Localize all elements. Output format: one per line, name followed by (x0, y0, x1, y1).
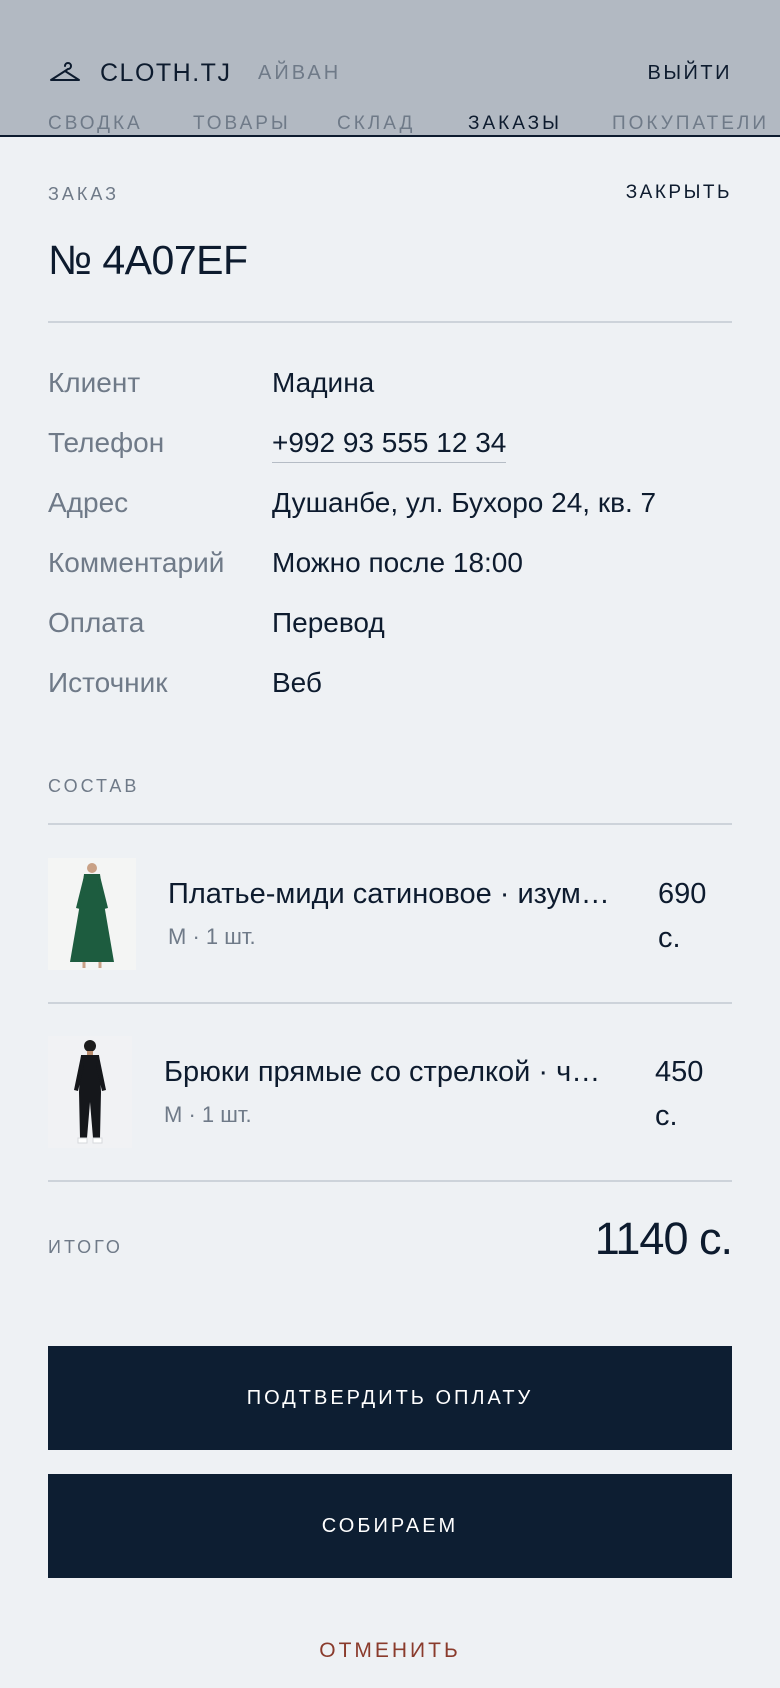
phone-link[interactable]: +992 93 555 12 34 (272, 427, 507, 463)
composition-label: СОСТАВ (48, 776, 140, 796)
divider (48, 321, 732, 323)
logout-button[interactable]: ВЫЙТИ (647, 62, 732, 85)
detail-key: Клиент (48, 367, 141, 398)
detail-key: Оплата (48, 607, 145, 638)
nav-tab-warehouse[interactable]: СКЛАД (337, 113, 415, 135)
detail-row-source: Источник Веб (48, 667, 732, 707)
detail-key: Комментарий (48, 547, 225, 578)
hanger-icon (50, 62, 80, 81)
total-value: 1140 с. (594, 1213, 733, 1264)
main-nav: СВОДКА ТОВАРЫ СКЛАД ЗАКАЗЫ ПОКУПАТЕЛИ (0, 113, 780, 137)
trousers-image-icon (48, 1036, 132, 1148)
brand-logo[interactable]: CLOTH.TJ (48, 55, 231, 91)
order-item[interactable]: Брюки прямые со стрелкой · чёрные M · 1 … (48, 1036, 732, 1148)
detail-row-client: Клиент Мадина (48, 367, 732, 407)
detail-row-phone: Телефон +992 93 555 12 34 (48, 427, 732, 467)
brand-name: CLOTH.TJ (100, 58, 232, 87)
item-price: 690 с. (658, 878, 707, 954)
item-price: 450 с. (655, 1056, 704, 1132)
product-thumbnail (48, 1036, 132, 1148)
detail-row-comment: Комментарий Можно после 18:00 (48, 547, 732, 587)
order-section-label: ЗАКАЗ (48, 184, 120, 204)
address-value: Душанбе, ул. Бухоро 24, кв. 7 (272, 487, 657, 518)
order-item[interactable]: Платье-миди сатиновое · изумрудное M · 1… (48, 858, 732, 970)
source-value: Веб (272, 667, 322, 698)
item-meta: M · 1 шт. (164, 1102, 252, 1127)
divider (48, 1002, 732, 1004)
current-user-name: АЙВАН (258, 62, 342, 84)
collecting-status-button[interactable]: СОБИРАЕМ (48, 1474, 732, 1578)
payment-value: Перевод (272, 607, 385, 638)
confirm-payment-button[interactable]: ПОДТВЕРДИТЬ ОПЛАТУ (48, 1346, 732, 1450)
dress-image-icon (48, 858, 136, 970)
detail-key: Телефон (48, 427, 165, 458)
order-number: № 4A07EF (48, 237, 248, 283)
item-name: Платье-миди сатиновое · изумрудное (168, 878, 618, 910)
item-meta: M · 1 шт. (168, 924, 256, 949)
nav-tab-customers[interactable]: ПОКУПАТЕЛИ (612, 113, 769, 135)
detail-row-payment: Оплата Перевод (48, 607, 732, 647)
detail-key: Адрес (48, 487, 129, 518)
divider (48, 823, 732, 825)
client-name: Мадина (272, 367, 375, 398)
product-thumbnail (48, 858, 136, 970)
app-header: CLOTH.TJ АЙВАН ВЫЙТИ СВОДКА ТОВАРЫ СКЛАД… (0, 0, 780, 137)
close-button[interactable]: ЗАКРЫТЬ (626, 182, 732, 204)
detail-key: Источник (48, 667, 168, 698)
detail-row-address: Адрес Душанбе, ул. Бухоро 24, кв. 7 (48, 487, 732, 527)
nav-tab-orders[interactable]: ЗАКАЗЫ (468, 113, 562, 135)
nav-tab-products[interactable]: ТОВАРЫ (193, 113, 291, 135)
divider (48, 1180, 732, 1182)
nav-tab-summary[interactable]: СВОДКА (48, 113, 143, 135)
item-name: Брюки прямые со стрелкой · чёрные (164, 1056, 614, 1088)
comment-value: Можно после 18:00 (272, 547, 523, 578)
total-label: ИТОГО (48, 1237, 123, 1257)
cancel-order-button[interactable]: ОТМЕНИТЬ (48, 1639, 732, 1663)
